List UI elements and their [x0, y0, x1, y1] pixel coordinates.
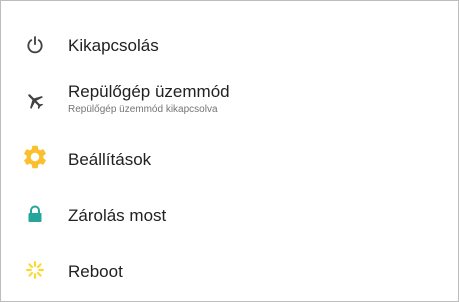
settings-gear-icon	[21, 143, 49, 171]
menu-item-lock-now[interactable]: Zárolás most	[1, 186, 458, 242]
menu-item-label: Zárolás most	[68, 206, 167, 225]
menu-item-label: Kikapcsolás	[68, 36, 159, 55]
reboot-icon	[21, 256, 49, 284]
menu-item-airplane-mode[interactable]: Repülőgép üzemmód Repülőgép üzemmód kika…	[1, 73, 458, 129]
power-menu-list: Kikapcsolás Repülőgép üzemmód Repülőgép …	[1, 1, 458, 301]
lock-icon	[21, 200, 49, 228]
menu-item-power-off[interactable]: Kikapcsolás	[1, 17, 458, 73]
power-icon	[21, 31, 49, 59]
menu-item-settings[interactable]: Beállítások	[1, 129, 458, 185]
airplane-icon	[21, 87, 49, 115]
menu-item-label: Repülőgép üzemmód	[68, 82, 230, 101]
power-menu-dialog: Kikapcsolás Repülőgép üzemmód Repülőgép …	[0, 0, 459, 302]
menu-item-label: Beállítások	[68, 150, 152, 169]
menu-item-reboot[interactable]: Reboot	[1, 242, 458, 298]
menu-item-sublabel: Repülőgép üzemmód kikapcsolva	[68, 104, 218, 115]
menu-item-label: Reboot	[68, 262, 123, 281]
